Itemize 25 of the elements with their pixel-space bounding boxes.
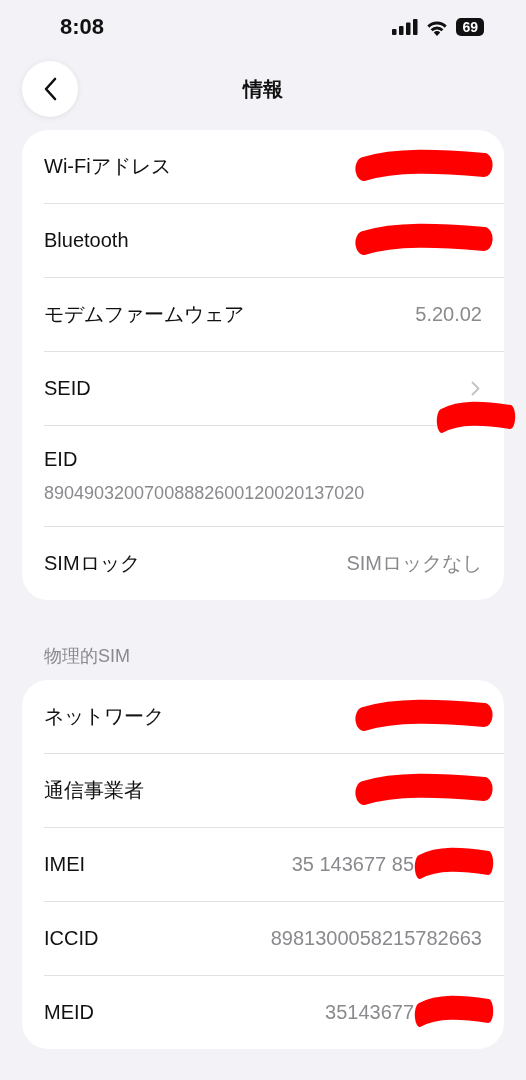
row-value: 89049032007008882600120020137020 [44, 483, 365, 504]
row-value: 35143677 [325, 1001, 414, 1024]
chevron-right-icon [471, 381, 480, 396]
row-label: ICCID [44, 927, 99, 950]
row-label: Bluetooth [44, 229, 129, 252]
row-value: 5.20.02 [415, 303, 482, 326]
signal-icon [392, 19, 419, 35]
row-label: SIMロック [44, 551, 140, 576]
section-header: 物理的SIM [44, 645, 131, 668]
row-label: ネットワーク [44, 704, 164, 729]
row-label: EID [44, 448, 78, 471]
row-label: IMEI [44, 853, 86, 876]
row-label: SEID [44, 377, 91, 400]
battery-level: 69 [456, 18, 484, 36]
row-value: SIMロックなし [346, 551, 482, 576]
row-value: 8981300058215782663 [270, 927, 482, 950]
row-label: MEID [44, 1001, 94, 1024]
row-label: モデムファームウェア [44, 302, 244, 327]
back-button[interactable] [22, 61, 78, 117]
back-chevron-icon [43, 77, 57, 101]
row-value: 35 143677 85 [291, 853, 414, 876]
page-title: 情報 [243, 76, 283, 102]
row-label: Wi-Fiアドレス [44, 154, 171, 179]
status-time: 8:08 [60, 14, 105, 40]
row-label: 通信事業者 [44, 778, 144, 803]
